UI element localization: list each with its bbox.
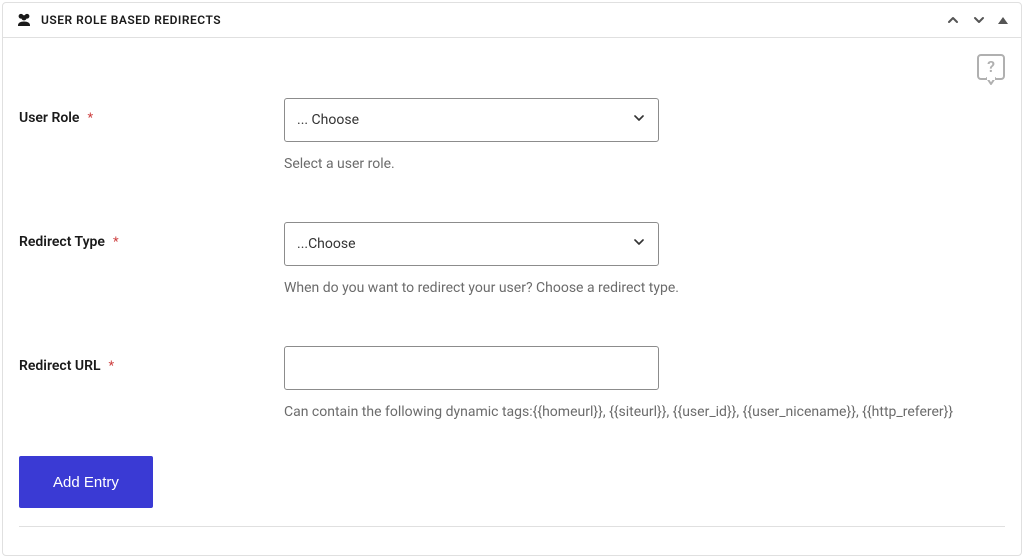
panel-container: USER ROLE BASED REDIRECTS (2, 2, 1022, 556)
field-col: Can contain the following dynamic tags:{… (284, 346, 1005, 420)
user-role-select[interactable]: ... Choose (284, 98, 659, 142)
row-redirect-type: Redirect Type * ...Choose When do you wa… (19, 222, 1005, 296)
user-role-label: User Role (19, 110, 79, 126)
user-role-helper: Select a user role. (284, 156, 1005, 172)
field-col: ...Choose When do you want to redirect y… (284, 222, 1005, 296)
label-col: Redirect URL * (19, 346, 284, 374)
redirect-type-selected-value: ...Choose (297, 236, 356, 252)
required-marker: * (109, 359, 115, 374)
redirect-url-input[interactable] (284, 346, 659, 390)
panel-header-left: USER ROLE BASED REDIRECTS (15, 11, 221, 29)
redirect-url-label: Redirect URL (19, 358, 101, 374)
label-col: User Role * (19, 98, 284, 126)
row-user-role: User Role * ... Choose Select a user rol… (19, 98, 1005, 172)
add-entry-button[interactable]: Add Entry (19, 456, 153, 508)
svg-text:?: ? (987, 57, 995, 76)
redirect-type-label: Redirect Type (19, 234, 105, 250)
redirect-type-helper: When do you want to redirect your user? … (284, 280, 1005, 296)
row-redirect-url: Redirect URL * Can contain the following… (19, 346, 1005, 420)
move-down-icon[interactable] (971, 12, 987, 28)
divider (19, 526, 1005, 527)
redirect-type-select[interactable]: ...Choose (284, 222, 659, 266)
move-up-icon[interactable] (945, 12, 961, 28)
user-role-select-wrap: ... Choose (284, 98, 659, 142)
required-marker: * (113, 235, 119, 250)
redirect-type-select-wrap: ...Choose (284, 222, 659, 266)
users-group-icon (15, 11, 33, 29)
panel-title: USER ROLE BASED REDIRECTS (41, 13, 221, 27)
collapse-icon[interactable] (997, 14, 1009, 26)
help-icon[interactable]: ? (977, 54, 1005, 82)
panel-header-controls (945, 12, 1009, 28)
redirect-url-helper: Can contain the following dynamic tags:{… (284, 404, 1005, 420)
panel-body: ? User Role * ... Choose (3, 38, 1021, 555)
user-role-selected-value: ... Choose (297, 112, 359, 128)
field-col: ... Choose Select a user role. (284, 98, 1005, 172)
panel-header: USER ROLE BASED REDIRECTS (3, 3, 1021, 38)
label-col: Redirect Type * (19, 222, 284, 250)
required-marker: * (87, 111, 93, 126)
